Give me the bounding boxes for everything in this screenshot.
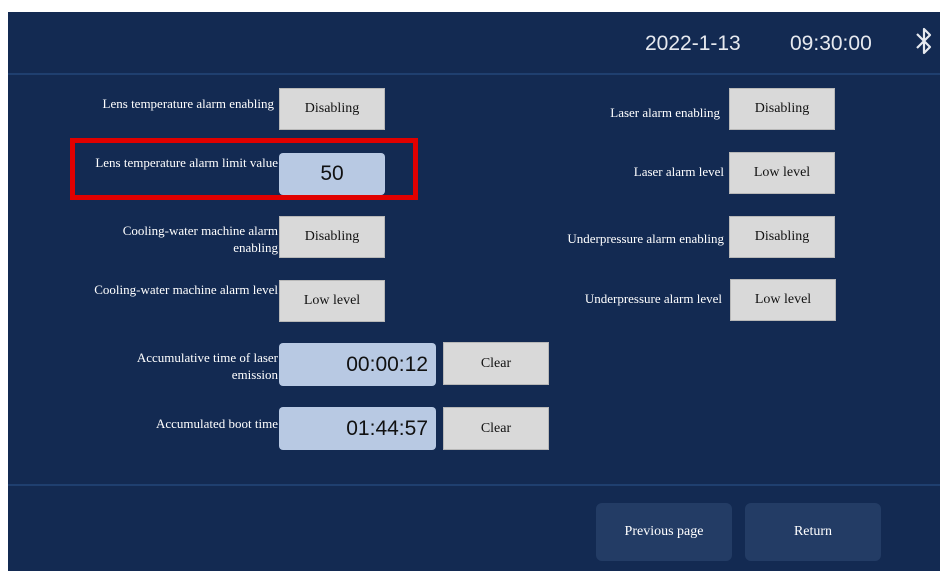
header-divider [8, 73, 940, 75]
underpressure-enable-button[interactable]: Disabling [729, 216, 835, 258]
clear-laser-time-button[interactable]: Clear [443, 342, 549, 385]
boot-time-field: 01:44:57 [279, 407, 436, 450]
highlight-box [70, 138, 418, 200]
laser-time-field: 00:00:12 [279, 343, 436, 386]
top-bar: 2022-1-13 09:30:00 [8, 12, 940, 73]
cooling-level-label: Cooling-water machine alarm level [94, 282, 278, 297]
cooling-enable-button[interactable]: Disabling [279, 216, 385, 258]
date-display: 2022-1-13 [645, 32, 741, 55]
time-display: 09:30:00 [790, 32, 872, 55]
cooling-enable-label: Cooling-water machine alarm enabling [122, 223, 278, 255]
cooling-level-button[interactable]: Low level [279, 280, 385, 322]
underpressure-enable-label: Underpressure alarm enabling [567, 231, 724, 246]
boot-time-label: Accumulated boot time [155, 416, 278, 431]
clear-boot-time-button[interactable]: Clear [443, 407, 549, 450]
previous-page-button[interactable]: Previous page [596, 503, 732, 561]
laser-level-button[interactable]: Low level [729, 152, 835, 194]
laser-enable-button[interactable]: Disabling [729, 88, 835, 130]
laser-level-label: Laser alarm level [633, 164, 724, 179]
lens-enable-label: Lens temperature alarm enabling [102, 96, 274, 111]
settings-screen: 2022-1-13 09:30:00 Lens temperature alar… [8, 12, 940, 571]
return-button[interactable]: Return [745, 503, 881, 561]
lens-enable-button[interactable]: Disabling [279, 88, 385, 130]
underpressure-level-label: Underpressure alarm level [584, 291, 722, 306]
laser-enable-label: Laser alarm enabling [610, 105, 720, 120]
footer-divider [8, 484, 940, 486]
bluetooth-icon[interactable] [913, 26, 935, 56]
laser-time-label: Accumulative time of laser emission [136, 350, 278, 382]
underpressure-level-button[interactable]: Low level [730, 279, 836, 321]
